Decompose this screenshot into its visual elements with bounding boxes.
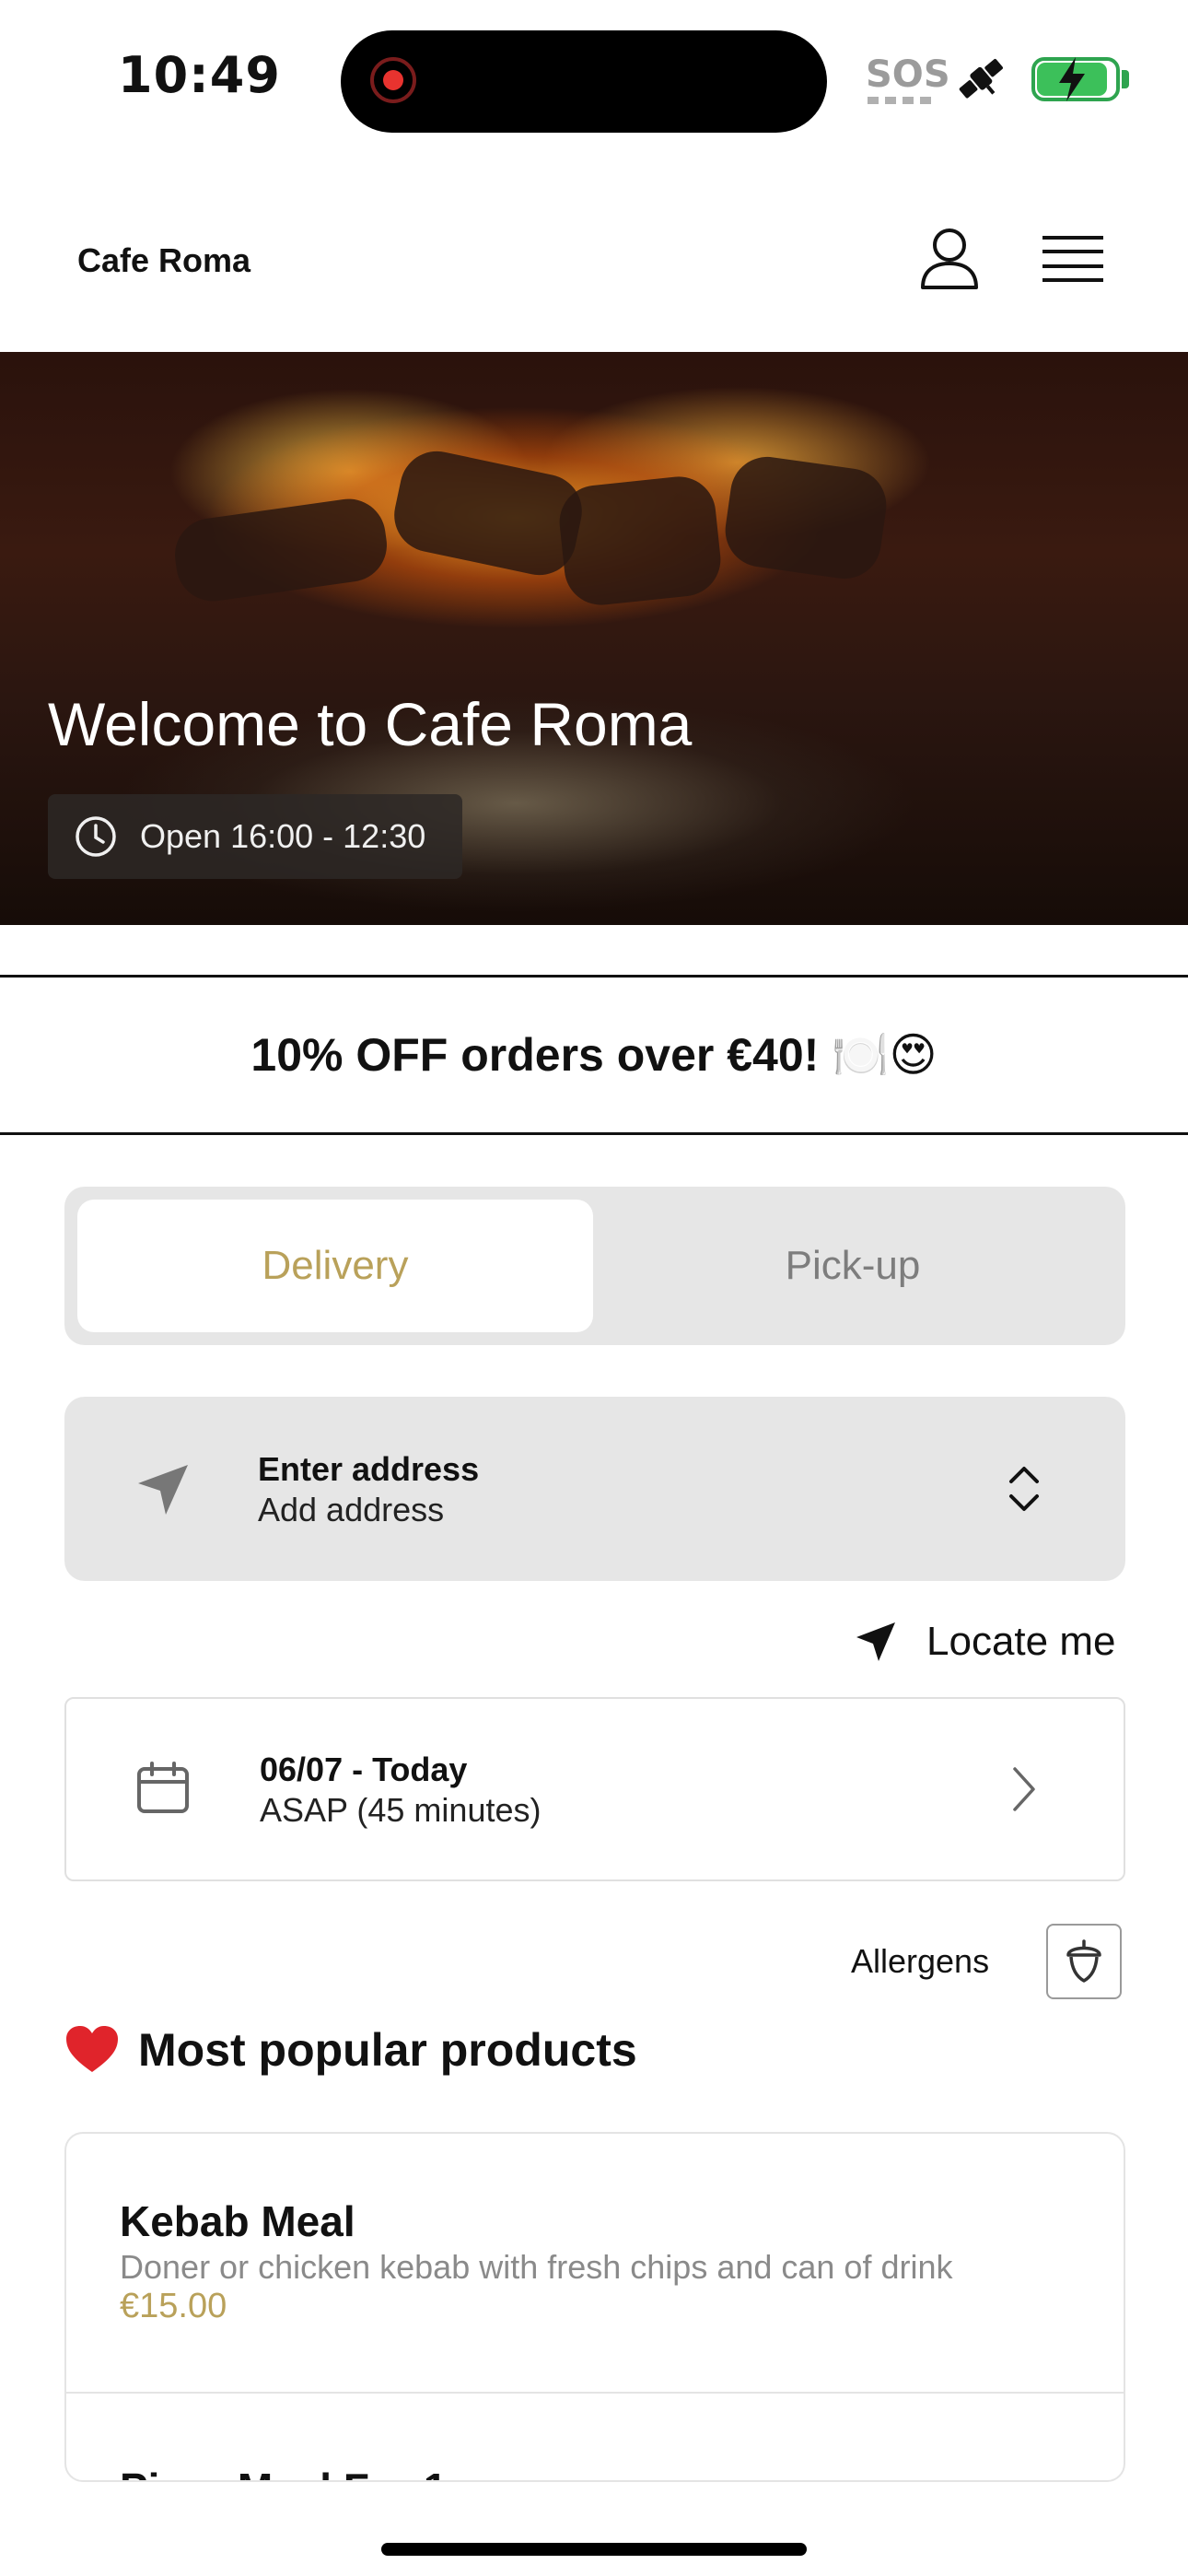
schedule-time: ASAP (45 minutes) (260, 1791, 542, 1829)
charging-bolt-icon (1059, 57, 1085, 101)
allergens-button[interactable] (1046, 1924, 1122, 1999)
home-indicator[interactable] (381, 2543, 807, 2556)
hero-wood-log (387, 444, 589, 582)
locate-me-label: Locate me (926, 1619, 1116, 1664)
product-name: Kebab Meal (120, 2197, 355, 2245)
popular-products-title: Most popular products (138, 2024, 637, 2076)
screen-record-icon (370, 57, 416, 103)
opening-hours-text: Open 16:00 - 12:30 (140, 817, 426, 855)
address-title: Enter address (258, 1450, 480, 1488)
location-arrow-icon (856, 1622, 895, 1661)
user-icon[interactable] (917, 225, 982, 291)
navigation-arrow-icon (138, 1465, 188, 1515)
popular-products-heading: Most popular products (64, 2023, 637, 2077)
locate-me-button[interactable]: Locate me (853, 1614, 1115, 1669)
acorn-icon (1066, 1939, 1101, 1983)
hero-wood-log (169, 494, 392, 606)
schedule-date: 06/07 - Today (260, 1751, 468, 1788)
battery-cap (1122, 70, 1129, 88)
sos-label: SOS (866, 53, 950, 96)
chevron-up-down-icon (1009, 1467, 1039, 1511)
opening-hours-badge: Open 16:00 - 12:30 (48, 794, 462, 879)
product-description: Doner or chicken kebab with fresh chips … (120, 2248, 953, 2286)
schedule-selector[interactable] (64, 1697, 1125, 1881)
chevron-right-icon (1013, 1767, 1035, 1811)
product-name: Pizza Meal For 1 (120, 2464, 447, 2480)
promo-banner: 10% OFF orders over €40! 🍽️😍 (0, 975, 1188, 1135)
app-screen: 10:49 SOS Cafe Roma Welcome to Cafe Roma (0, 0, 1188, 2576)
address-subtitle: Add address (258, 1491, 445, 1528)
product-card[interactable]: Kebab Meal Doner or chicken kebab with f… (66, 2134, 1124, 2394)
hero-wood-log (720, 451, 891, 584)
status-time: 10:49 (118, 46, 281, 104)
hero-title: Welcome to Cafe Roma (48, 690, 693, 758)
product-card[interactable]: Pizza Meal For 1 (66, 2394, 1124, 2480)
address-selector[interactable] (64, 1397, 1125, 1581)
signal-dots (868, 97, 932, 104)
calendar-icon (137, 1762, 189, 1813)
clock-icon (76, 816, 116, 857)
product-list: Kebab Meal Doner or chicken kebab with f… (64, 2132, 1125, 2482)
tab-pickup[interactable]: Pick-up (593, 1200, 1112, 1332)
product-price: €15.00 (120, 2287, 227, 2325)
tab-delivery[interactable]: Delivery (77, 1200, 593, 1332)
menu-icon[interactable] (1042, 234, 1103, 284)
hero-wood-log (555, 473, 725, 609)
brand-name[interactable]: Cafe Roma (77, 241, 250, 280)
allergens-label: Allergens (851, 1942, 990, 1980)
satellite-icon (959, 58, 1003, 99)
heart-icon (66, 2026, 118, 2072)
